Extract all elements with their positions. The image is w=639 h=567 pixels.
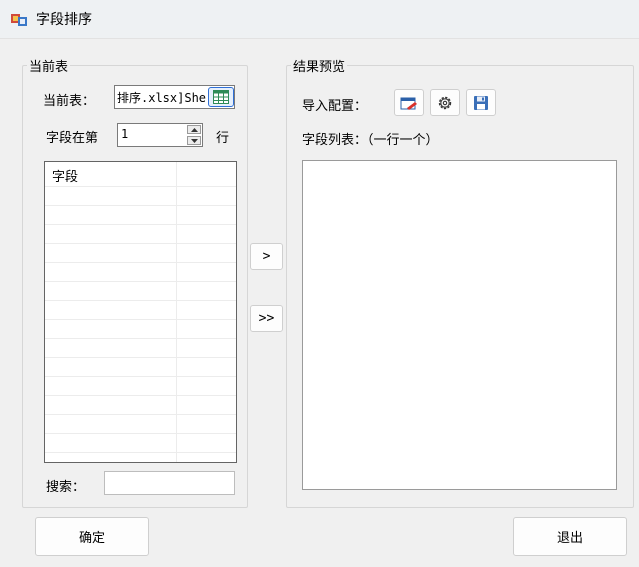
triangle-down-icon [190,138,198,143]
field-list-label: 字段列表：（一行一个） [302,133,439,148]
table-icon [213,90,229,104]
window-title: 字段排序 [36,12,92,28]
save-config-button[interactable] [466,89,496,116]
result-preview-legend: 结果预览 [293,60,346,75]
load-config-icon [400,97,417,110]
current-table-legend: 当前表 [29,60,69,75]
grid-row[interactable] [45,396,236,415]
field-list-textarea[interactable] [302,160,617,490]
field-row-stepper[interactable]: 1 [117,123,203,147]
save-icon [474,95,488,110]
grid-row[interactable] [45,187,236,206]
move-all-button[interactable]: >> [250,305,283,332]
grid-header-row[interactable]: 字段 [45,162,236,187]
app-icon [11,14,27,26]
grid-row[interactable] [45,320,236,339]
row-suffix-label: 行 [216,131,230,146]
field-row-label: 字段在第 [46,131,99,146]
grid-row[interactable] [45,301,236,320]
import-config-label: 导入配置： [302,99,368,114]
field-grid[interactable]: 字段 [44,161,237,463]
load-config-button[interactable] [394,89,424,116]
field-row-value: 1 [121,127,129,141]
ok-button[interactable]: 确定 [35,517,149,556]
grid-row[interactable] [45,453,236,462]
grid-row[interactable] [45,206,236,225]
grid-row[interactable] [45,339,236,358]
grid-row[interactable] [45,415,236,434]
title-bar: 字段排序 [0,0,639,39]
triangle-up-icon [190,127,198,132]
move-one-button[interactable]: > [250,243,283,270]
settings-button[interactable] [430,89,460,116]
grid-row[interactable] [45,377,236,396]
search-label: 搜索： [46,480,86,495]
grid-row[interactable] [45,263,236,282]
current-table-field[interactable]: 排序.xlsx]She [114,85,235,109]
exit-button[interactable]: 退出 [513,517,627,556]
current-table-value: 排序.xlsx]She [117,91,207,105]
gear-icon [438,96,452,109]
grid-header-field: 字段 [52,170,79,185]
stepper-down-button[interactable] [187,136,201,145]
select-table-button[interactable] [208,87,234,107]
grid-row[interactable] [45,434,236,453]
grid-row[interactable] [45,358,236,377]
grid-row[interactable] [45,282,236,301]
stepper-up-button[interactable] [187,125,201,134]
current-table-label: 当前表： [43,94,96,109]
search-input[interactable] [104,471,235,495]
grid-row[interactable] [45,244,236,263]
grid-row[interactable] [45,225,236,244]
